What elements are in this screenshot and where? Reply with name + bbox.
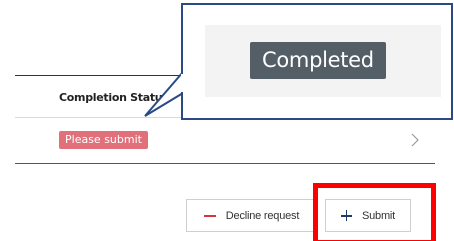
completed-badge: Completed — [250, 42, 386, 79]
completion-status-header: Completion Status — [59, 91, 169, 104]
minus-icon — [203, 214, 216, 217]
status-badge: Please submit — [59, 131, 148, 149]
decline-request-button[interactable]: Decline request — [186, 199, 317, 232]
plus-icon — [340, 210, 352, 221]
table-row-divider — [15, 163, 435, 164]
callout-joint — [181, 74, 184, 92]
screenshot-canvas: Completion Status Please submit Decline … — [0, 0, 454, 241]
zoom-callout: Completed — [181, 3, 453, 120]
status-row[interactable]: Please submit — [15, 118, 435, 163]
submit-button[interactable]: Submit — [325, 199, 411, 232]
decline-request-label: Decline request — [225, 209, 300, 222]
zoom-callout-inner: Completed — [205, 25, 441, 97]
submit-label: Submit — [361, 209, 396, 222]
chevron-right-icon[interactable] — [407, 131, 423, 149]
